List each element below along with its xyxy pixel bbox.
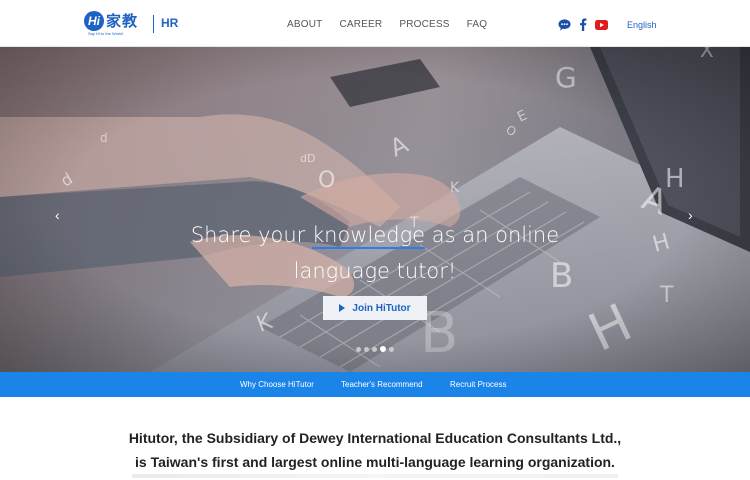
nav-career[interactable]: CAREER [339, 19, 382, 30]
logo[interactable]: Hi 家教 Say Hi to the World! [84, 10, 139, 36]
hero-headline-pre: Share your [190, 223, 312, 247]
carousel-dot[interactable] [364, 346, 369, 352]
intro-line-1: Hitutor, the Subsidiary of Dewey Interna… [128, 430, 622, 446]
logo-divider [153, 15, 154, 33]
tab-teachers-recommend[interactable]: Teacher's Recommend [341, 380, 423, 389]
join-button-label: Join HiTutor [352, 302, 411, 314]
next-slide-arrow[interactable]: › [688, 207, 693, 223]
hero-headline: Share your knowledge as an online langua… [150, 217, 600, 289]
hero-banner: G E O dD A H H B T H B K d d A T K X O ‹… [0, 47, 750, 372]
tab-why-choose[interactable]: Why Choose HiTutor [240, 380, 314, 389]
main-nav: ABOUT CAREER PROCESS FAQ [287, 19, 504, 30]
site-header: Hi 家教 Say Hi to the World! HR ABOUT CARE… [0, 0, 750, 47]
carousel-dots [356, 346, 397, 352]
logo-tagline: Say Hi to the World! [88, 31, 124, 36]
tab-recruit-process[interactable]: Recruit Process [450, 380, 506, 389]
section-tabs: Why Choose HiTutor Teacher's Recommend R… [0, 372, 750, 397]
social-links [558, 18, 616, 31]
play-icon [339, 304, 346, 312]
nav-faq[interactable]: FAQ [467, 19, 488, 30]
carousel-dot[interactable] [372, 346, 377, 352]
carousel-dot[interactable] [356, 346, 361, 352]
join-hitutor-button[interactable]: Join HiTutor [323, 296, 427, 320]
chat-bubble-icon[interactable] [558, 18, 571, 31]
logo-badge: Hi [84, 10, 104, 31]
youtube-icon[interactable] [595, 19, 608, 30]
prev-slide-arrow[interactable]: ‹ [55, 207, 60, 223]
language-switch[interactable]: English [627, 20, 657, 30]
carousel-dot-active[interactable] [380, 346, 386, 352]
intro-body-text-cutoff [132, 474, 618, 478]
intro-heading: Hitutor, the Subsidiary of Dewey Interna… [0, 426, 750, 474]
facebook-icon[interactable] [579, 18, 587, 31]
hero-headline-highlight: knowledge [311, 223, 426, 249]
section-label: HR [161, 16, 179, 30]
hero-laptop-illustration: G E O dD A H H B T H B K d d A T K X O [0, 47, 750, 372]
nav-about[interactable]: ABOUT [287, 19, 322, 30]
nav-process[interactable]: PROCESS [399, 19, 449, 30]
logo-text: 家教 [106, 12, 139, 30]
intro-line-2: is Taiwan's first and largest online mul… [135, 454, 615, 470]
carousel-dot[interactable] [389, 346, 394, 352]
